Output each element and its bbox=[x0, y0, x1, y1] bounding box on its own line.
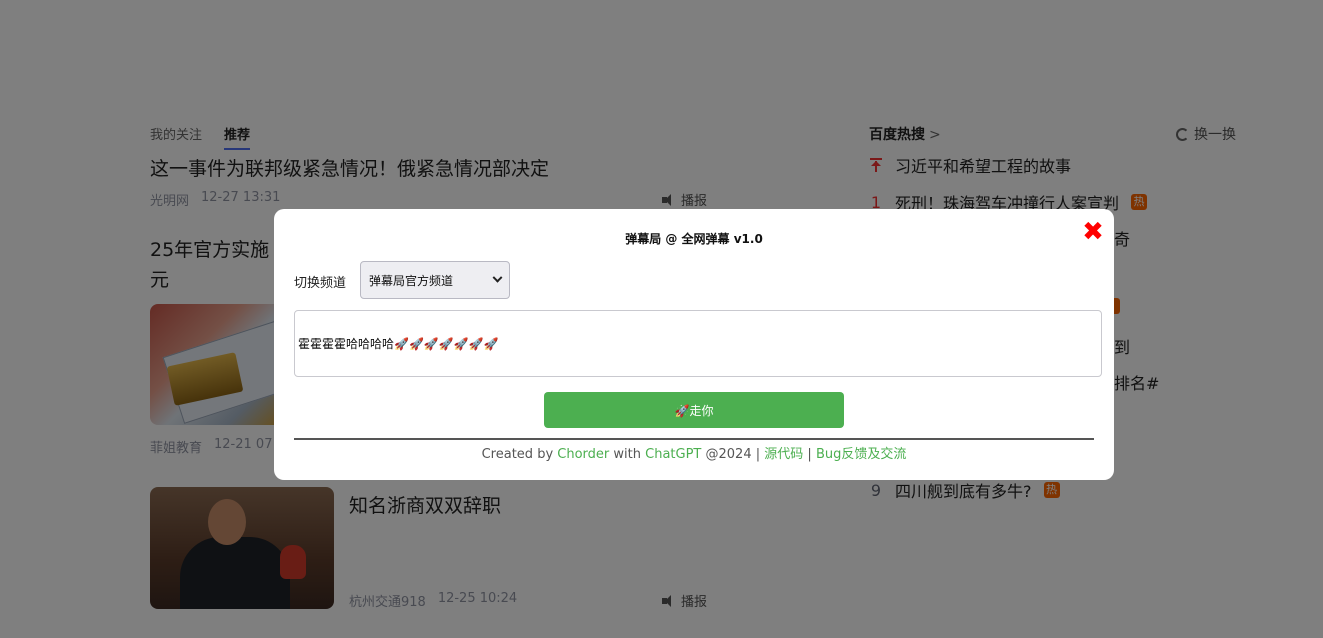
author-link[interactable]: Chorder bbox=[557, 447, 609, 462]
danmaku-input-value: 霍霍霍霍哈哈哈哈🚀🚀🚀🚀🚀🚀🚀 bbox=[298, 337, 499, 351]
send-button[interactable]: 🚀走你 bbox=[544, 392, 844, 428]
dialog-title: 弹幕局 @ 全网弹幕 v1.0 bbox=[625, 232, 763, 246]
danmaku-dialog: 弹幕局 @ 全网弹幕 v1.0 ✖ 切换频道 弹幕局官方频道 霍霍霍霍哈哈哈哈🚀… bbox=[274, 209, 1114, 480]
source-code-link[interactable]: 源代码 bbox=[764, 447, 803, 462]
chatgpt-link[interactable]: ChatGPT bbox=[645, 447, 701, 462]
feedback-link[interactable]: Bug反馈及交流 bbox=[816, 447, 906, 462]
channel-selected-value: 弹幕局官方频道 bbox=[369, 273, 454, 288]
danmaku-input[interactable]: 霍霍霍霍哈哈哈哈🚀🚀🚀🚀🚀🚀🚀 bbox=[294, 310, 1102, 377]
channel-label: 切换频道 bbox=[294, 276, 347, 291]
channel-select[interactable]: 弹幕局官方频道 bbox=[360, 261, 510, 299]
close-button[interactable]: ✖ bbox=[1082, 219, 1104, 245]
close-icon: ✖ bbox=[1082, 217, 1104, 247]
chevron-down-icon bbox=[492, 272, 503, 283]
dialog-footer: Created by Chorder with ChatGPT @2024 | … bbox=[481, 447, 907, 462]
divider bbox=[294, 438, 1094, 440]
send-label: 🚀走你 bbox=[674, 403, 714, 418]
